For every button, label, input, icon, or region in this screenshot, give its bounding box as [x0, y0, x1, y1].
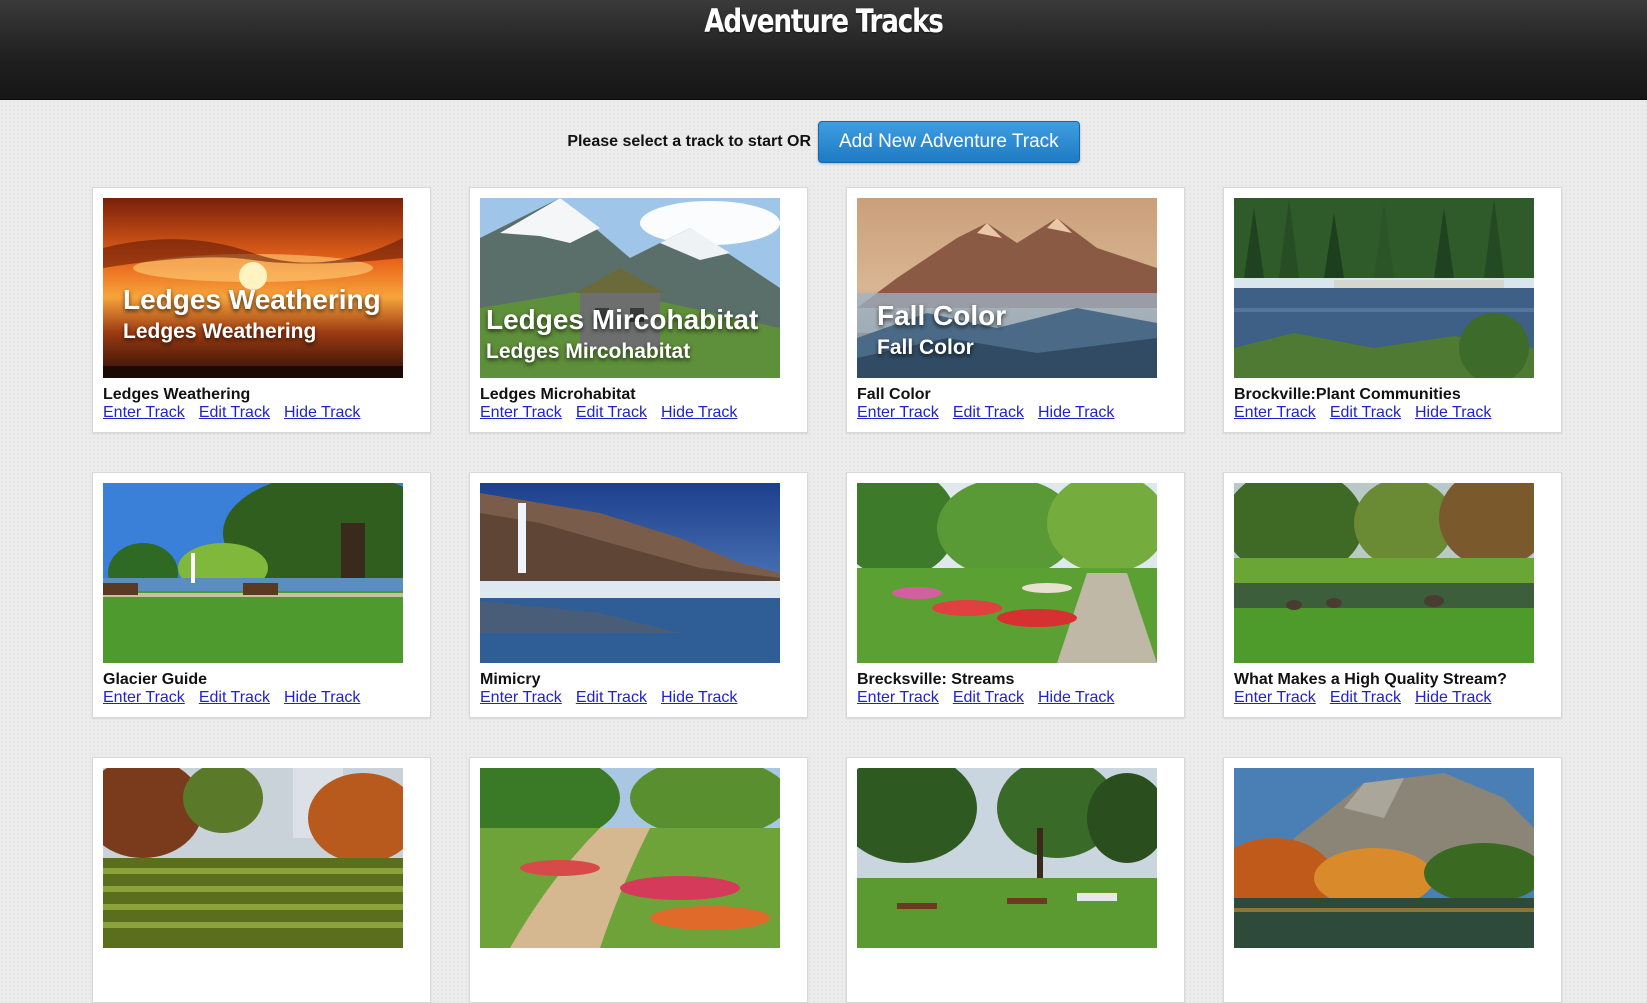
hide-track-link[interactable]: Hide Track — [1038, 689, 1114, 706]
track-card: What Makes a High Quality Stream? Enter T… — [1223, 472, 1562, 718]
edit-track-link[interactable]: Edit Track — [576, 689, 647, 706]
enter-track-link[interactable]: Enter Track — [480, 404, 562, 421]
thumbnail-overlay-title: Ledges Mircohabitat — [486, 304, 759, 335]
hide-track-link[interactable]: Hide Track — [661, 404, 737, 421]
track-card: Ledges Weathering Ledges Weathering Ledges… — [92, 187, 431, 433]
scene-image — [480, 483, 780, 663]
hide-track-link[interactable]: Hide Track — [284, 689, 360, 706]
thumbnail-overlay-title: Fall Color — [877, 300, 1007, 331]
hide-track-link[interactable]: Hide Track — [284, 404, 360, 421]
edit-track-link[interactable]: Edit Track — [953, 689, 1024, 706]
track-card: Ledges Mircohabitat Ledges Mircohabitat Le… — [469, 187, 808, 433]
thumbnail-overlay-subtitle: Ledges Mircohabitat — [486, 340, 691, 363]
track-actions: Enter Track Edit Track Hide Track — [103, 404, 374, 422]
scene-image — [103, 483, 403, 663]
track-card: Brecksville: Streams Enter Track Edit Trac… — [846, 472, 1185, 718]
hide-track-link[interactable]: Hide Track — [1038, 404, 1114, 421]
thumbnail-overlay-subtitle: Ledges Weathering — [123, 320, 317, 343]
track-thumbnail[interactable]: Ledges Mircohabitat Ledges Mircohabitat — [480, 198, 780, 378]
scene-image — [480, 768, 780, 948]
track-title: Glacier Guide — [103, 671, 208, 688]
edit-track-link[interactable]: Edit Track — [1330, 404, 1401, 421]
track-title: Brecksville: Streams — [857, 671, 1015, 688]
hide-track-link[interactable]: Hide Track — [661, 689, 737, 706]
hide-track-link[interactable]: Hide Track — [1415, 689, 1491, 706]
track-actions: Enter Track Edit Track Hide Track — [480, 404, 751, 422]
track-actions: Enter Track Edit Track Hide Track — [857, 404, 1128, 422]
track-card: Brockville:Plant Communities Enter Track E… — [1223, 187, 1562, 433]
hide-track-link[interactable]: Hide Track — [1415, 404, 1491, 421]
header-bar: Adventure Tracks — [0, 0, 1647, 100]
track-actions: Enter Track Edit Track Hide Track — [480, 689, 751, 707]
track-card — [846, 757, 1185, 1003]
enter-track-link[interactable]: Enter Track — [103, 404, 185, 421]
edit-track-link[interactable]: Edit Track — [1330, 689, 1401, 706]
track-thumbnail[interactable] — [857, 768, 1157, 948]
track-thumbnail[interactable] — [480, 768, 780, 948]
scene-image — [1234, 768, 1534, 948]
track-actions: Enter Track Edit Track Hide Track — [103, 689, 374, 707]
enter-track-link[interactable]: Enter Track — [1234, 689, 1316, 706]
track-thumbnail[interactable]: Fall Color Fall Color — [857, 198, 1157, 378]
scene-image — [857, 483, 1157, 663]
track-title: Mimicry — [480, 671, 541, 688]
enter-track-link[interactable]: Enter Track — [857, 404, 939, 421]
enter-track-link[interactable]: Enter Track — [857, 689, 939, 706]
track-thumbnail[interactable] — [857, 483, 1157, 663]
edit-track-link[interactable]: Edit Track — [199, 404, 270, 421]
track-actions: Enter Track Edit Track Hide Track — [1234, 404, 1505, 422]
track-card: Fall Color Fall Color Fall Color Enter Trac… — [846, 187, 1185, 433]
track-thumbnail[interactable] — [1234, 198, 1534, 378]
scene-image — [857, 768, 1157, 948]
track-card — [92, 757, 431, 1003]
edit-track-link[interactable]: Edit Track — [199, 689, 270, 706]
track-thumbnail[interactable] — [480, 483, 780, 663]
track-card — [469, 757, 808, 1003]
track-card: Glacier Guide Enter Track Edit Track Hide T… — [92, 472, 431, 718]
track-actions: Enter Track Edit Track Hide Track — [857, 689, 1128, 707]
enter-track-link[interactable]: Enter Track — [103, 689, 185, 706]
track-thumbnail[interactable] — [103, 483, 403, 663]
track-title: What Makes a High Quality Stream? — [1234, 671, 1507, 688]
select-prompt: Please select a track to start OR — [567, 133, 811, 150]
thumbnail-overlay-title: Ledges Weathering — [123, 284, 381, 315]
track-card — [1223, 757, 1562, 1003]
track-card: Mimicry Enter Track Edit Track Hide Track — [469, 472, 808, 718]
track-thumbnail[interactable] — [103, 768, 403, 948]
scene-image — [103, 768, 403, 948]
track-title: Ledges Microhabitat — [480, 386, 636, 403]
track-title: Ledges Weathering — [103, 386, 251, 403]
edit-track-link[interactable]: Edit Track — [953, 404, 1024, 421]
track-actions: Enter Track Edit Track Hide Track — [1234, 689, 1505, 707]
track-thumbnail[interactable] — [1234, 768, 1534, 948]
track-title: Fall Color — [857, 386, 931, 403]
track-thumbnail[interactable] — [1234, 483, 1534, 663]
scene-image — [1234, 483, 1534, 663]
enter-track-link[interactable]: Enter Track — [1234, 404, 1316, 421]
page-title: Adventure Tracks — [704, 2, 944, 40]
scene-image — [1234, 198, 1534, 378]
add-track-button[interactable]: Add New Adventure Track — [818, 121, 1080, 163]
track-title: Brockville:Plant Communities — [1234, 386, 1461, 403]
track-thumbnail[interactable]: Ledges Weathering Ledges Weathering — [103, 198, 403, 378]
edit-track-link[interactable]: Edit Track — [576, 404, 647, 421]
enter-track-link[interactable]: Enter Track — [480, 689, 562, 706]
thumbnail-overlay-subtitle: Fall Color — [877, 336, 974, 359]
toolbar: Please select a track to start OR Add Ne… — [0, 121, 1647, 163]
